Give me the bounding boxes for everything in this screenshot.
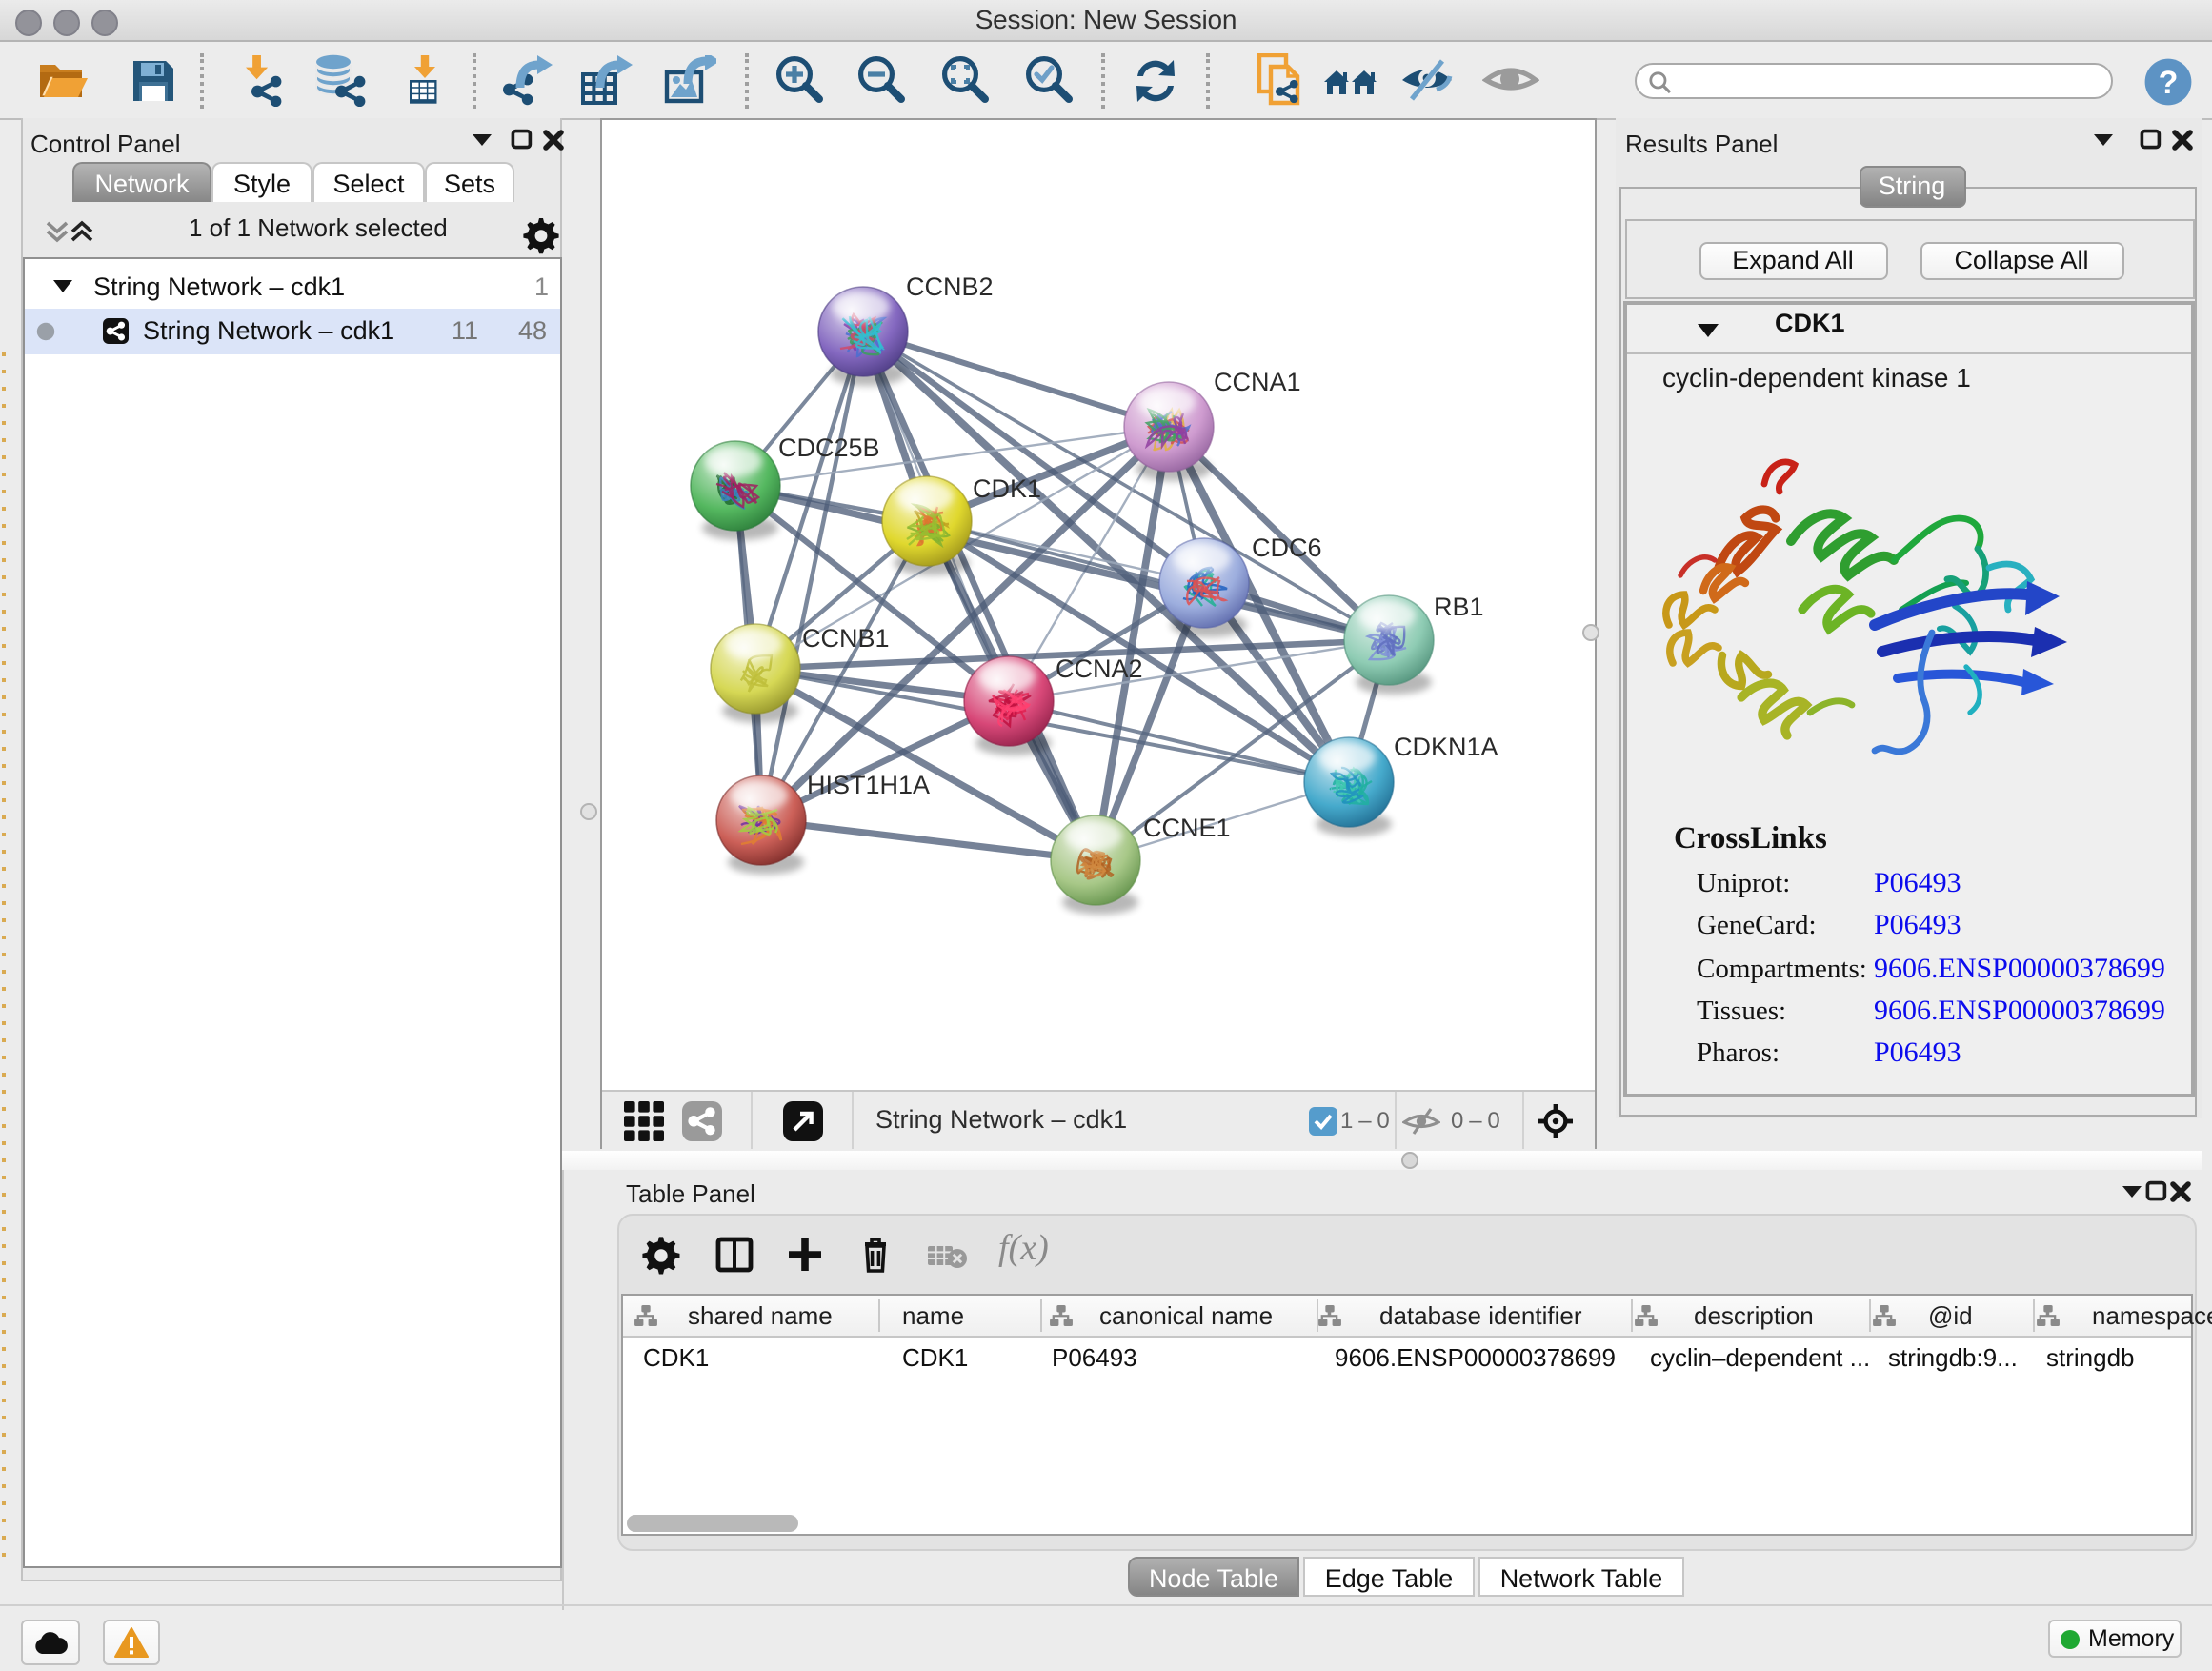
svg-text:CDC25B: CDC25B [777,433,879,462]
svg-text:?: ? [2159,64,2179,100]
svg-text:CDKN1A: CDKN1A [1393,733,1498,761]
svg-text:CCNA1: CCNA1 [1213,368,1300,396]
svg-text:HIST1H1A: HIST1H1A [806,771,929,799]
svg-text:CDC6: CDC6 [1251,534,1321,562]
svg-text:CCNA2: CCNA2 [1055,654,1142,683]
svg-text:CDK1: CDK1 [972,474,1040,503]
svg-text:CCNB2: CCNB2 [905,272,993,301]
svg-text:RB1: RB1 [1433,593,1483,621]
svg-text:CCNB1: CCNB1 [801,624,889,653]
svg-text:CCNE1: CCNE1 [1142,814,1230,842]
